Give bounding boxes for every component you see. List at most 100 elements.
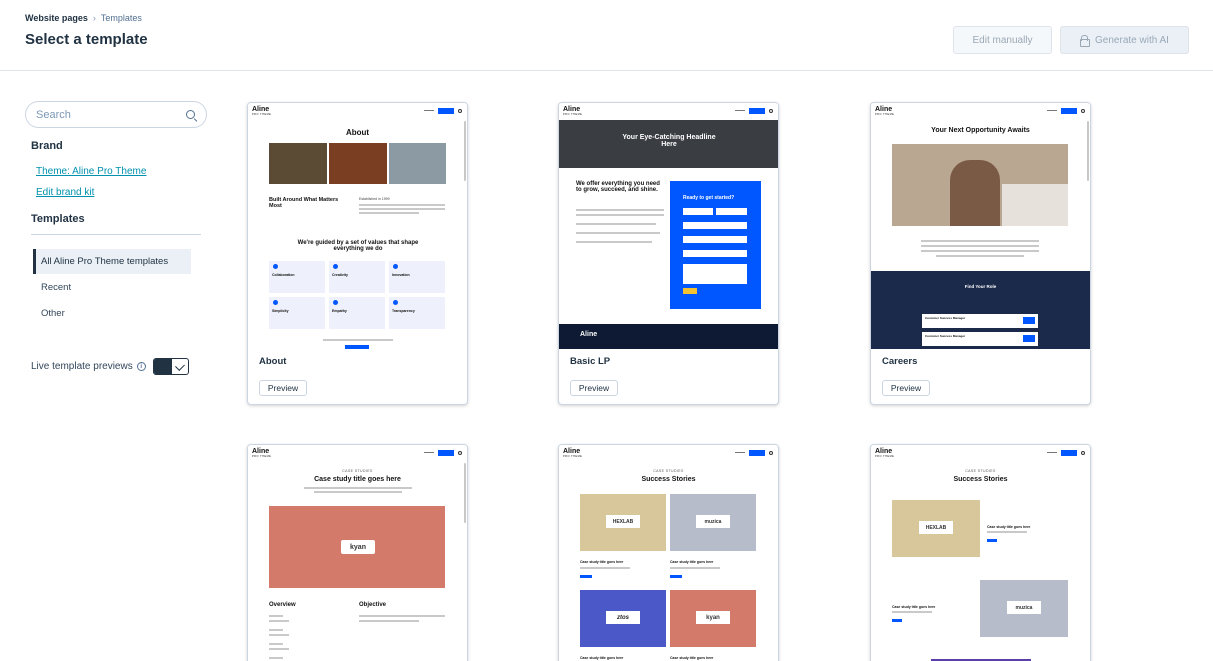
mini-nav: Aline PRO THEME [248,445,467,461]
story-title-2: Case study title goes here [892,605,936,609]
eyebrow: CASE STUDIES [342,469,373,473]
theme-link[interactable]: Theme: Aline Pro Theme [36,166,146,177]
mini-cta [1061,108,1077,114]
preview-button[interactable]: Preview [570,380,618,396]
thumb-heading: Case study title goes here [314,476,401,483]
story-image-1: HEXLAB [892,500,980,557]
template-thumbnail[interactable]: Aline PRO THEME CASE STUDIES Success Stor… [871,445,1090,661]
mini-menu [424,110,434,111]
mini-menu [1047,110,1057,111]
mini-logo: Aline PRO THEME [563,448,583,458]
template-card-success-stories-alt[interactable]: Aline PRO THEME CASE STUDIES Success Stor… [870,444,1091,661]
mini-search-icon [1081,109,1085,113]
thumb-subheading: Built Around What Matters Most [269,197,339,209]
template-card-case-study[interactable]: Aline PRO THEME CASE STUDIES Case study t… [247,444,468,661]
search-icon[interactable] [186,110,195,119]
mini-logo: Aline PRO THEME [563,106,583,116]
form-title: Ready to get started? [683,195,735,201]
mini-menu [735,452,745,453]
mini-menu [424,452,434,453]
template-thumbnail[interactable]: Aline PRO THEME CASE STUDIES Success Stor… [559,445,778,661]
template-thumbnail[interactable]: Aline PRO THEME About Built Around What M… [248,103,467,349]
mini-logo: Aline PRO THEME [252,106,272,116]
generate-with-ai-button[interactable]: Generate with AI [1060,26,1189,54]
photo-3 [389,143,446,184]
info-icon[interactable]: i [136,362,146,371]
search-box [25,101,207,128]
eyebrow: CASE STUDIES [653,469,684,473]
template-card-careers[interactable]: Aline PRO THEME Your Next Opportunity Awa… [870,102,1091,405]
mini-logo: Aline PRO THEME [875,106,895,116]
live-previews-toggle[interactable] [153,358,189,375]
mini-cta [438,108,454,114]
template-card-basic-lp[interactable]: Aline PRO THEME Your Eye-Catching Headlin… [558,102,779,405]
mini-nav: Aline PRO THEME [248,103,467,119]
template-thumbnail[interactable]: Aline PRO THEME Your Next Opportunity Awa… [871,103,1090,349]
mini-nav: Aline PRO THEME [871,445,1090,461]
story-title-1: Case study title goes here [987,525,1031,529]
breadcrumb-website-pages[interactable]: Website pages [25,13,88,23]
thumb-heading: Success Stories [641,476,696,483]
templates-heading: Templates [31,213,85,225]
breadcrumb-templates: Templates [100,13,142,23]
search-input[interactable] [36,107,176,123]
template-name: About [259,356,287,367]
brand-logo: kyan [341,540,375,554]
nav-item-recent[interactable]: Recent [33,275,191,300]
footer-logo: Aline [580,331,598,338]
generate-with-ai-label: Generate with AI [1095,34,1169,46]
mini-nav: Aline PRO THEME [871,103,1090,119]
checkmark-icon [175,361,185,371]
story-image-2: muzica [980,580,1068,637]
mini-nav: Aline PRO THEME [559,103,778,119]
story-title-2: Case study title goes here [670,560,714,564]
find-role-heading: Find Your Role [964,284,997,289]
mini-search-icon [458,109,462,113]
chevron-right-icon: › [92,13,96,23]
nav-item-all-templates[interactable]: All Aline Pro Theme templates [33,249,191,274]
story-image-2: muzica [670,494,756,551]
mini-nav: Aline PRO THEME [559,445,778,461]
mini-cta [1061,450,1077,456]
mini-logo: Aline PRO THEME [252,448,272,458]
thumb-heading: Your Next Opportunity Awaits [931,127,1030,134]
breadcrumb: Website pages › Templates [25,13,142,23]
story-image-3: ztos [580,590,666,647]
mini-search-icon [1081,451,1085,455]
mini-search-icon [769,451,773,455]
offer-heading: We offer everything you need to grow, su… [576,181,660,193]
sidebar-divider [31,234,201,235]
brand-heading: Brand [31,140,63,152]
template-thumbnail[interactable]: Aline PRO THEME Your Eye-Catching Headlin… [559,103,778,349]
mini-logo: Aline PRO THEME [875,448,895,458]
page-header: Website pages › Templates Select a templ… [0,0,1213,71]
template-card-success-stories-grid[interactable]: Aline PRO THEME CASE STUDIES Success Stor… [558,444,779,661]
edit-brand-kit-link[interactable]: Edit brand kit [36,187,94,198]
overview-heading: Overview [269,602,296,608]
edit-manually-button[interactable]: Edit manually [953,26,1052,54]
nav-item-other[interactable]: Other [33,301,191,326]
template-thumbnail[interactable]: Aline PRO THEME CASE STUDIES Case study t… [248,445,467,661]
template-name: Basic LP [570,356,611,367]
story-image-1: HEXLAB [580,494,666,551]
toggle-knob [154,359,172,374]
preview-button[interactable]: Preview [882,380,930,396]
case-study-image: kyan [269,506,445,588]
live-previews-label: Live template previews i [31,361,146,372]
mini-search-icon [458,451,462,455]
story-image-4: kyan [670,590,756,647]
eyebrow: CASE STUDIES [965,469,996,473]
thumb-values-heading: We're guided by a set of values that sha… [297,240,419,252]
photo-2 [329,143,387,184]
hero-photo [892,144,1068,226]
mini-menu [735,110,745,111]
mini-cta [749,108,765,114]
hero-headline: Your Eye-Catching Headline Here [622,134,716,148]
template-card-about[interactable]: Aline PRO THEME About Built Around What M… [247,102,468,405]
story-title-3: Case study title goes here [580,656,624,660]
preview-button[interactable]: Preview [259,380,307,396]
live-previews-text: Live template previews [31,361,133,372]
objective-heading: Objective [359,602,387,608]
mini-cta [438,450,454,456]
thumb-heading: Success Stories [953,476,1008,483]
